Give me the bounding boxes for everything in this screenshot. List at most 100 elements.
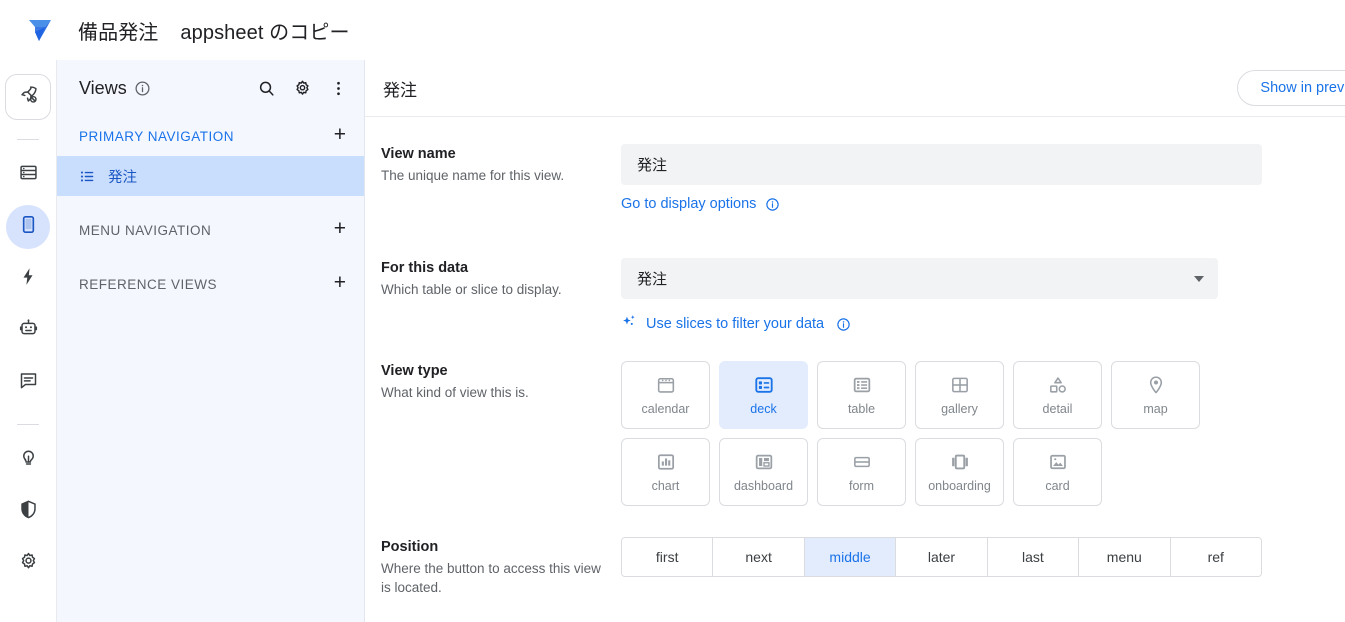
- position-option-next[interactable]: next: [713, 538, 805, 576]
- add-menu-view-button[interactable]: +: [334, 218, 346, 242]
- rail-item-settings[interactable]: [6, 542, 50, 586]
- rail-item-launch[interactable]: [5, 74, 51, 120]
- section-label: REFERENCE VIEWS: [79, 276, 218, 292]
- view-type-tile-label: deck: [750, 402, 777, 416]
- use-slices-link[interactable]: Use slices to filter your data: [646, 316, 824, 332]
- row-spacer: [365, 212, 1345, 258]
- field-view-name: View name The unique name for this view.…: [365, 144, 1345, 212]
- field-view-type-control: calendar deck table gallery detail map chart da…: [621, 361, 1345, 506]
- view-type-tile-form[interactable]: form: [817, 438, 906, 506]
- info-icon[interactable]: [765, 197, 780, 212]
- list-icon: [79, 168, 96, 185]
- view-type-tile-gallery[interactable]: gallery: [915, 361, 1004, 429]
- position-option-later[interactable]: later: [896, 538, 988, 576]
- position-option-menu[interactable]: menu: [1079, 538, 1171, 576]
- row-spacer: [365, 506, 1345, 537]
- rail-item-security[interactable]: [6, 490, 50, 534]
- rail-item-chat[interactable]: [6, 361, 50, 405]
- use-slices-row: Use slices to filter your data: [621, 313, 1345, 335]
- app-title: 備品発注: [78, 21, 159, 44]
- views-panel-header: Views: [57, 60, 364, 116]
- form-icon: [851, 451, 873, 473]
- robot-icon: [18, 318, 39, 344]
- field-description: Which table or slice to display.: [381, 282, 562, 297]
- field-view-name-control: 発注 Go to display options: [621, 144, 1345, 212]
- field-view-name-labels: View name The unique name for this view.: [381, 144, 621, 212]
- view-type-tile-dashboard[interactable]: dashboard: [719, 438, 808, 506]
- rail-item-app[interactable]: [6, 205, 50, 249]
- rail-divider-top: [17, 139, 39, 140]
- sparkle-icon: [621, 313, 638, 335]
- for-this-data-select[interactable]: 発注: [621, 258, 1218, 299]
- onboarding-icon: [949, 451, 971, 473]
- field-for-this-data: For this data Which table or slice to di…: [365, 258, 1345, 335]
- view-type-tile-calendar[interactable]: calendar: [621, 361, 710, 429]
- section-label: PRIMARY NAVIGATION: [79, 128, 235, 144]
- view-type-tile-onboarding[interactable]: onboarding: [915, 438, 1004, 506]
- view-type-tile-label: table: [847, 402, 876, 416]
- field-label: View name: [381, 146, 456, 162]
- rail-divider-bottom: [17, 424, 39, 425]
- appsheet-editor: 備品発注 appsheet のコピー Views PRIMARY NAVIGAT…: [0, 0, 1345, 622]
- for-this-data-value: 発注: [637, 271, 668, 288]
- section-label: MENU NAVIGATION: [79, 222, 212, 238]
- info-icon[interactable]: [134, 80, 151, 97]
- view-name-input[interactable]: 発注: [621, 144, 1262, 185]
- view-type-tile-detail[interactable]: detail: [1013, 361, 1102, 429]
- view-type-tile-label: dashboard: [733, 479, 794, 493]
- position-option-ref[interactable]: ref: [1170, 538, 1261, 576]
- deck-icon: [753, 374, 775, 396]
- field-description: The unique name for this view.: [381, 168, 565, 183]
- position-segmented-control: first next middle later last menu ref: [621, 537, 1262, 577]
- view-type-tile-card[interactable]: card: [1013, 438, 1102, 506]
- go-to-display-options-link[interactable]: Go to display options: [621, 196, 756, 212]
- rail-item-intelligence[interactable]: [6, 309, 50, 353]
- position-option-first[interactable]: first: [622, 538, 714, 576]
- view-type-tile-label: gallery: [941, 402, 978, 416]
- view-type-tile-table[interactable]: table: [817, 361, 906, 429]
- position-option-last[interactable]: last: [987, 538, 1080, 576]
- appsheet-logo-icon[interactable]: [18, 10, 62, 50]
- search-icon[interactable]: [254, 76, 278, 100]
- show-in-preview-button[interactable]: Show in preview: [1237, 70, 1345, 106]
- sidebar-item-hacchu[interactable]: 発注: [57, 156, 364, 196]
- view-type-tile-chart[interactable]: chart: [621, 438, 710, 506]
- chart-icon: [655, 451, 677, 473]
- gear-icon: [18, 551, 39, 577]
- detail-icon: [1047, 374, 1069, 396]
- gear-icon[interactable]: [290, 76, 314, 100]
- field-position-control: first next middle later last menu ref: [621, 537, 1345, 597]
- more-vertical-icon[interactable]: [326, 76, 350, 100]
- database-icon: [18, 162, 39, 188]
- top-bar: 備品発注 appsheet のコピー: [0, 0, 1345, 60]
- view-type-tile-grid: calendar deck table gallery detail map chart da…: [621, 361, 1262, 506]
- view-type-tile-map[interactable]: map: [1111, 361, 1200, 429]
- row-spacer: [365, 335, 1345, 361]
- rail-item-ideas[interactable]: [6, 438, 50, 482]
- add-primary-view-button[interactable]: +: [334, 124, 346, 148]
- rail-item-automation[interactable]: [6, 257, 50, 301]
- chat-icon: [18, 370, 39, 396]
- view-type-tile-label: chart: [651, 479, 680, 493]
- display-options-row: Go to display options: [621, 196, 1345, 212]
- info-icon[interactable]: [836, 317, 851, 332]
- views-panel-actions: [254, 76, 350, 100]
- view-type-tile-label: form: [849, 479, 874, 493]
- view-settings-form: View name The unique name for this view.…: [365, 117, 1345, 622]
- section-reference-views: REFERENCE VIEWS +: [57, 264, 364, 304]
- view-type-tile-label: card: [1045, 479, 1070, 493]
- rail-item-data[interactable]: [6, 153, 50, 197]
- position-option-middle[interactable]: middle: [804, 538, 897, 576]
- section-menu-navigation: MENU NAVIGATION +: [57, 210, 364, 250]
- gallery-icon: [949, 374, 971, 396]
- field-view-type: View type What kind of view this is. cal…: [365, 361, 1345, 506]
- left-rail: [0, 60, 57, 622]
- dashboard-icon: [753, 451, 775, 473]
- view-type-tile-deck[interactable]: deck: [719, 361, 808, 429]
- main-content: 発注 Show in preview View name The unique …: [365, 60, 1345, 622]
- bolt-icon: [18, 266, 39, 292]
- page-title: 発注: [383, 80, 417, 100]
- add-reference-view-button[interactable]: +: [334, 272, 346, 296]
